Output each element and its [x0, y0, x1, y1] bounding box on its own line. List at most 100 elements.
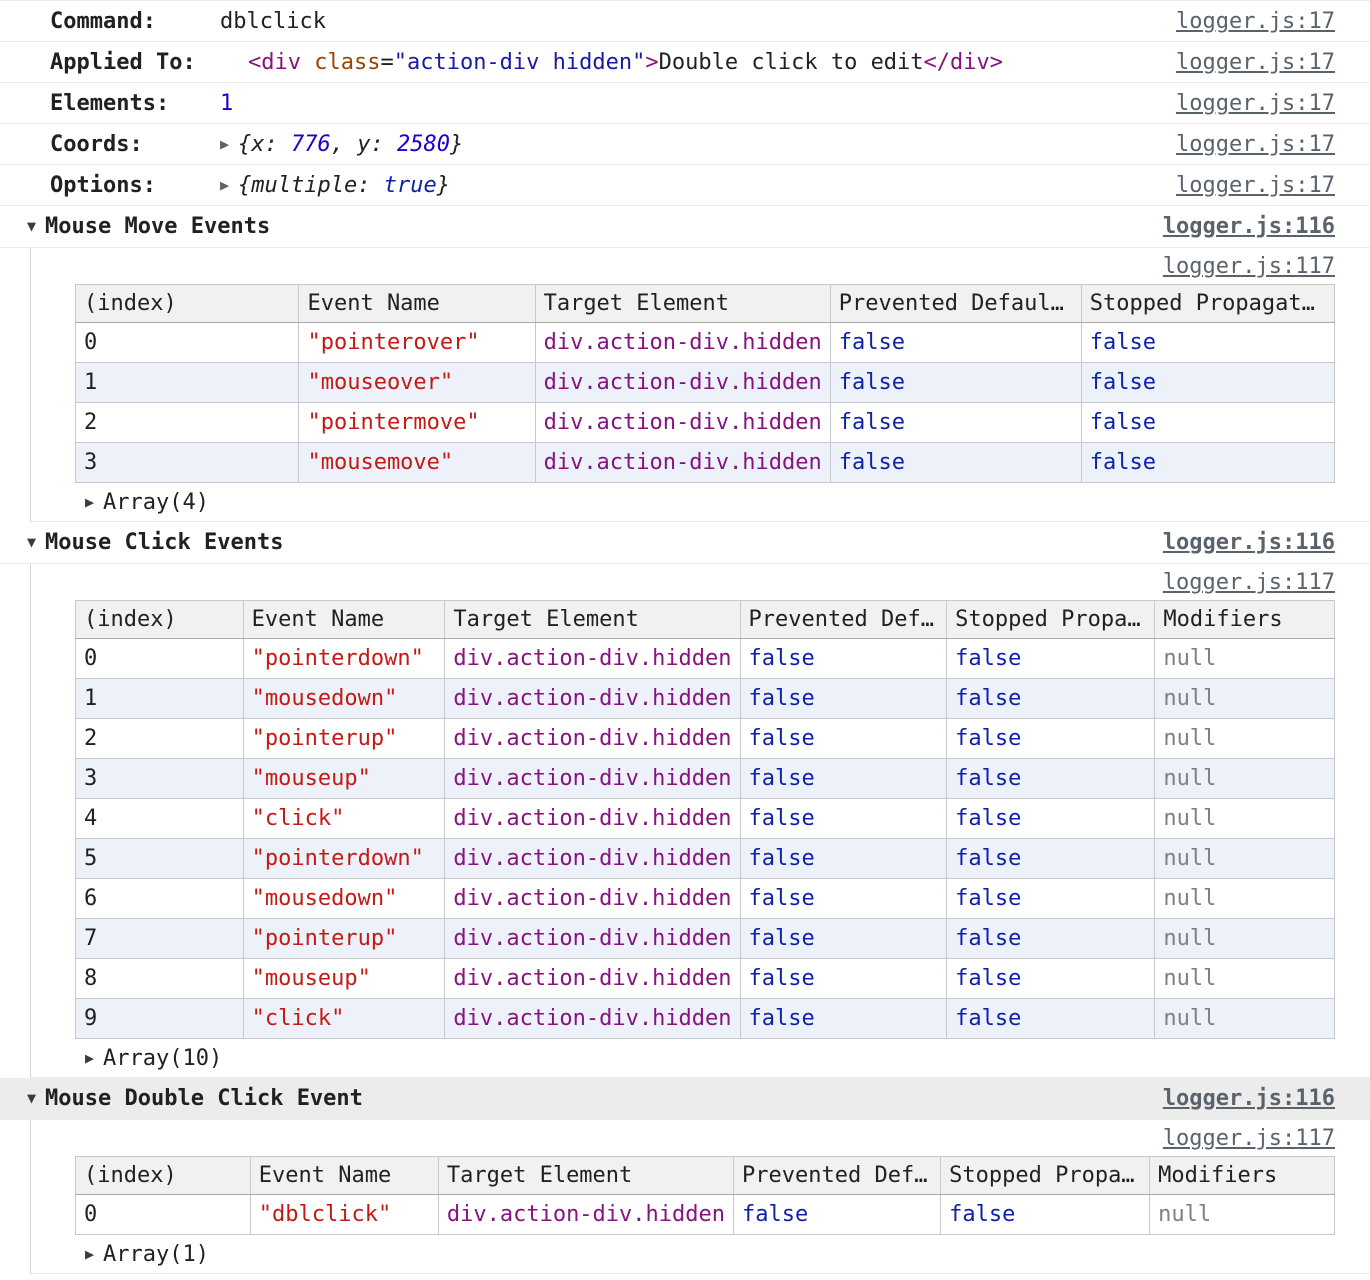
tag-open: <div	[248, 50, 301, 75]
source-link[interactable]: logger.js:17	[1176, 91, 1335, 116]
column-header[interactable]: Modifiers	[1155, 601, 1335, 639]
cell-index: 0	[76, 1195, 251, 1235]
table-row: 3 "mouseup" div.action-div.hidden false …	[76, 759, 1335, 799]
table-row: 2 "pointerup" div.action-div.hidden fals…	[76, 719, 1335, 759]
cell-stopped-propagation: false	[947, 799, 1155, 839]
preview-text: , y:	[331, 132, 397, 157]
group-header-mouse-move-events[interactable]: ▼ Mouse Move Events logger.js:116	[0, 206, 1370, 248]
log-row-elements: Elements: 1 logger.js:17	[0, 83, 1370, 124]
expand-arrow-icon[interactable]: ▶	[220, 137, 229, 152]
cell-target-element: div.action-div.hidden	[535, 323, 830, 363]
cell-index: 5	[76, 839, 244, 879]
column-header[interactable]: (index)	[76, 1157, 251, 1195]
source-link[interactable]: logger.js:116	[1163, 530, 1335, 555]
array-toggle[interactable]: ▶ Array(1)	[75, 1235, 1335, 1273]
source-link[interactable]: logger.js:116	[1163, 1086, 1335, 1111]
array-toggle[interactable]: ▶ Array(10)	[75, 1039, 1335, 1077]
column-header[interactable]: Event Name	[250, 1157, 438, 1195]
cell-event-name: "mousedown"	[243, 879, 445, 919]
cell-target-element: div.action-div.hidden	[445, 879, 740, 919]
source-link[interactable]: logger.js:17	[1176, 132, 1335, 157]
element-text: Double click to edit	[659, 50, 924, 75]
cell-index: 6	[76, 879, 244, 919]
source-link[interactable]: logger.js:17	[1176, 50, 1335, 75]
source-link[interactable]: logger.js:117	[1163, 254, 1335, 279]
table-message: logger.js:117 (index) Event Name Target …	[31, 248, 1370, 522]
group-content-mouse-move-events: logger.js:117 (index) Event Name Target …	[30, 248, 1370, 522]
cell-stopped-propagation: false	[947, 959, 1155, 999]
header-row: (index) Event Name Target Element Preven…	[76, 1157, 1335, 1195]
column-header[interactable]: Stopped Propagat…	[1081, 285, 1334, 323]
table-row: 7 "pointerup" div.action-div.hidden fals…	[76, 919, 1335, 959]
expand-arrow-icon[interactable]: ▶	[220, 178, 229, 193]
log-label: Options:	[50, 173, 220, 198]
cell-stopped-propagation: false	[941, 1195, 1150, 1235]
preview-text: {x:	[238, 132, 291, 157]
cell-stopped-propagation: false	[947, 759, 1155, 799]
source-link[interactable]: logger.js:17	[1176, 173, 1335, 198]
column-header[interactable]: (index)	[76, 601, 244, 639]
group-header-mouse-click-events[interactable]: ▼ Mouse Click Events logger.js:116	[0, 522, 1370, 564]
table-head: (index) Event Name Target Element Preven…	[76, 1157, 1335, 1195]
cell-stopped-propagation: false	[947, 999, 1155, 1039]
group-header-mouse-double-click-event[interactable]: ▼ Mouse Double Click Event logger.js:116	[0, 1078, 1370, 1120]
table-body: 0 "pointerdown" div.action-div.hidden fa…	[76, 639, 1335, 1039]
table-head: (index) Event Name Target Element Preven…	[76, 285, 1335, 323]
expand-arrow-icon: ▶	[85, 1051, 94, 1066]
table-row: 8 "mouseup" div.action-div.hidden false …	[76, 959, 1335, 999]
table-link-row: logger.js:117	[75, 564, 1335, 600]
column-header[interactable]: Target Element	[535, 285, 830, 323]
collapse-arrow-icon: ▼	[27, 219, 36, 234]
cell-index: 1	[76, 363, 299, 403]
table-row: 0 "dblclick" div.action-div.hidden false…	[76, 1195, 1335, 1235]
column-header[interactable]: Prevented Def…	[734, 1157, 941, 1195]
tag-close: </div>	[924, 50, 1003, 75]
column-header[interactable]: Modifiers	[1150, 1157, 1335, 1195]
cell-target-element: div.action-div.hidden	[445, 719, 740, 759]
expand-arrow-icon: ▶	[85, 495, 94, 510]
cell-stopped-propagation: false	[1081, 403, 1334, 443]
cell-event-name: "click"	[243, 799, 445, 839]
table-link-row: logger.js:117	[75, 1120, 1335, 1156]
cell-prevented-default: false	[740, 839, 947, 879]
cell-event-name: "mousedown"	[243, 679, 445, 719]
column-header[interactable]: Target Element	[445, 601, 740, 639]
cell-target-element: div.action-div.hidden	[535, 443, 830, 483]
cell-modifiers: null	[1155, 959, 1335, 999]
column-header[interactable]: Event Name	[299, 285, 535, 323]
column-header[interactable]: Prevented Def…	[740, 601, 947, 639]
source-link[interactable]: logger.js:116	[1163, 214, 1335, 239]
column-header[interactable]: (index)	[76, 285, 299, 323]
cell-modifiers: null	[1155, 719, 1335, 759]
cell-prevented-default: false	[740, 679, 947, 719]
mouse-move-events-table: (index) Event Name Target Element Preven…	[75, 284, 1335, 483]
source-link[interactable]: logger.js:117	[1163, 1126, 1335, 1151]
cell-event-name: "pointermove"	[299, 403, 535, 443]
table-row: 6 "mousedown" div.action-div.hidden fals…	[76, 879, 1335, 919]
cell-stopped-propagation: false	[947, 719, 1155, 759]
group-title: Mouse Click Events	[45, 530, 283, 555]
source-link[interactable]: logger.js:117	[1163, 570, 1335, 595]
column-header[interactable]: Target Element	[438, 1157, 733, 1195]
cell-target-element: div.action-div.hidden	[445, 679, 740, 719]
cell-prevented-default: false	[740, 759, 947, 799]
cell-target-element: div.action-div.hidden	[445, 639, 740, 679]
cell-index: 1	[76, 679, 244, 719]
column-header[interactable]: Event Name	[243, 601, 445, 639]
table-head: (index) Event Name Target Element Preven…	[76, 601, 1335, 639]
source-link[interactable]: logger.js:17	[1176, 9, 1335, 34]
cell-prevented-default: false	[740, 959, 947, 999]
cell-modifiers: null	[1155, 919, 1335, 959]
coords-object-preview: {x: 776, y: 2580}	[238, 132, 463, 157]
cell-prevented-default: false	[740, 999, 947, 1039]
collapse-arrow-icon: ▼	[27, 1091, 36, 1106]
cell-stopped-propagation: false	[947, 679, 1155, 719]
devtools-console: Command: dblclick logger.js:17 Applied T…	[0, 0, 1370, 1274]
column-header[interactable]: Prevented Defaul…	[830, 285, 1081, 323]
cell-prevented-default: false	[740, 719, 947, 759]
column-header[interactable]: Stopped Propa…	[941, 1157, 1150, 1195]
column-header[interactable]: Stopped Propa…	[947, 601, 1155, 639]
preview-text: }	[450, 132, 463, 157]
array-toggle[interactable]: ▶ Array(4)	[75, 483, 1335, 521]
cell-event-name: "pointerup"	[243, 719, 445, 759]
